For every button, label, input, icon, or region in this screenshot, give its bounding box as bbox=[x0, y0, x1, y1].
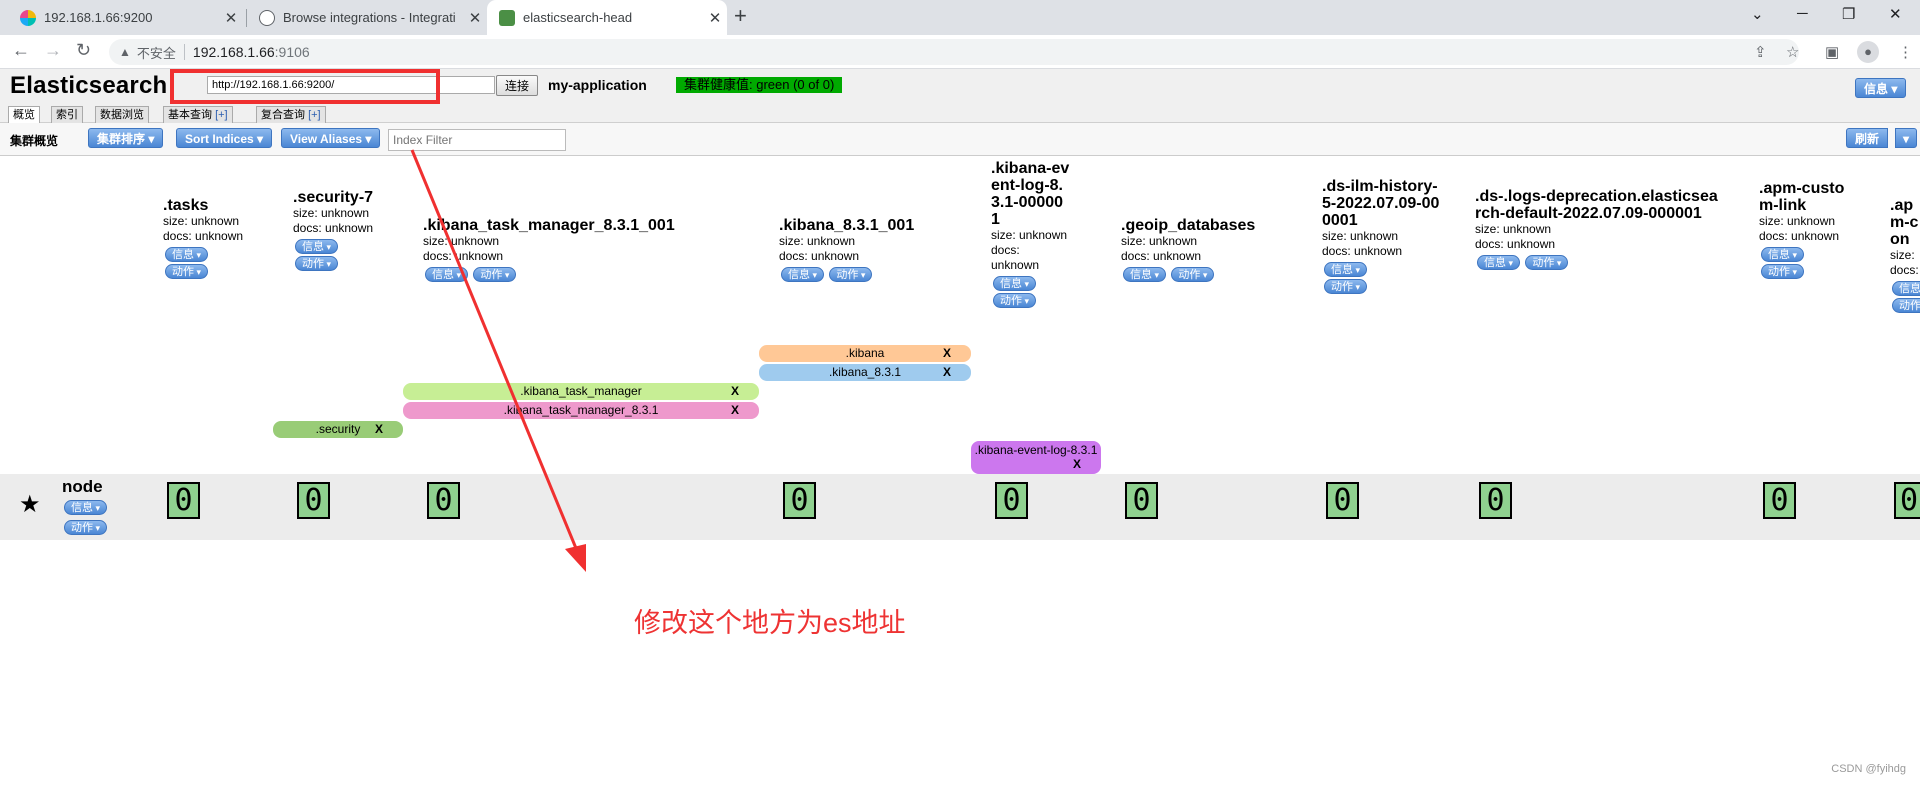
annotation-text: 修改这个地方为es地址 bbox=[634, 608, 906, 638]
annotation-arrow bbox=[410, 149, 586, 572]
watermark: CSDN @fyihdg bbox=[1831, 763, 1906, 775]
